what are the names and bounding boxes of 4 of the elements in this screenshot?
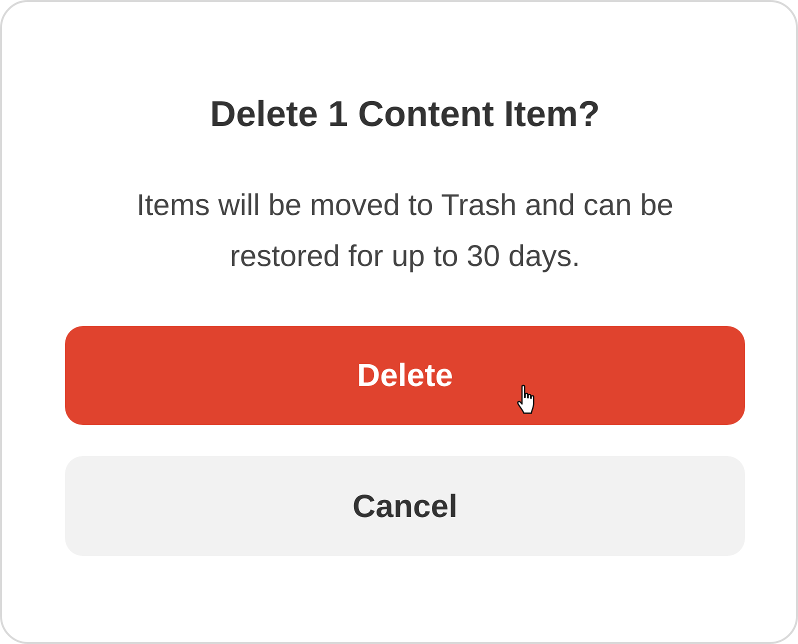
cancel-button[interactable]: Cancel xyxy=(65,456,745,556)
delete-button[interactable]: Delete xyxy=(65,326,745,425)
dialog-title: Delete 1 Content Item? xyxy=(210,92,600,136)
dialog-message: Items will be moved to Trash and can be restored for up to 30 days. xyxy=(136,188,674,275)
